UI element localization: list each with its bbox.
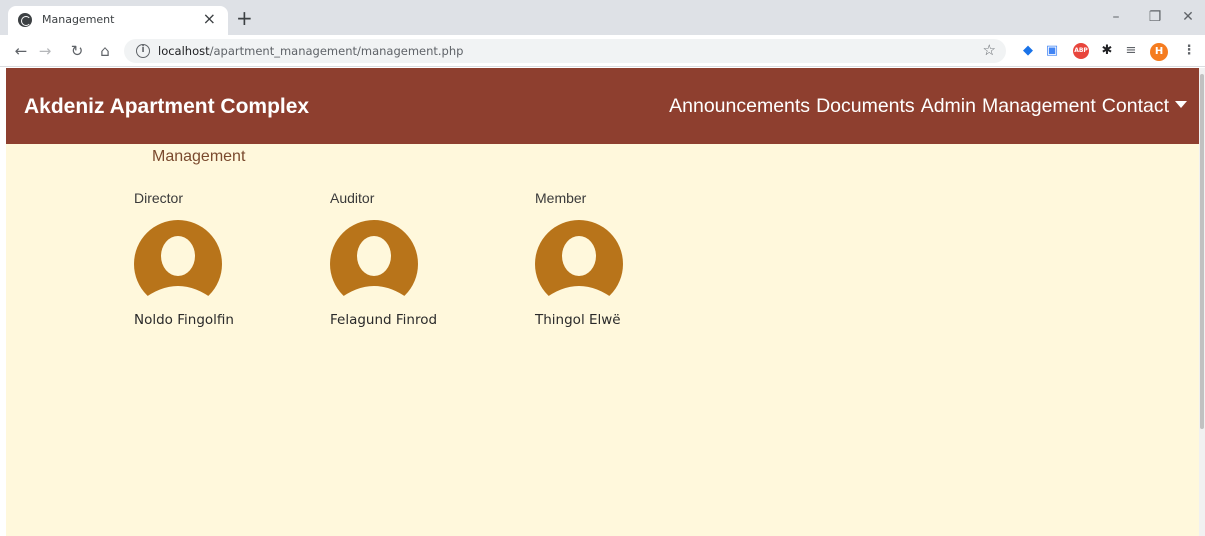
adblock-icon[interactable]: ABP — [1073, 43, 1089, 59]
tab-title: Management — [42, 13, 115, 26]
address-bar[interactable]: i localhost/apartment_management/managem… — [124, 39, 1006, 63]
minimize-window-icon[interactable]: – — [1098, 6, 1134, 28]
home-icon[interactable]: ⌂ — [94, 40, 116, 62]
back-arrow-icon[interactable]: ← — [10, 40, 32, 62]
url-text: localhost/apartment_management/managemen… — [158, 44, 463, 58]
member-name: Noldo Fingolfin — [134, 312, 234, 328]
member-name: Felagund Finrod — [330, 312, 438, 328]
restore-window-icon[interactable]: ❐ — [1137, 6, 1173, 28]
reading-list-icon[interactable]: ≡ — [1122, 42, 1140, 60]
close-tab-icon[interactable]: × — [203, 10, 216, 28]
url-host: localhost — [158, 44, 210, 58]
user-avatar-icon — [134, 220, 222, 300]
nav-menu: Announcements Documents Admin Management… — [669, 95, 1187, 118]
browser-tab[interactable]: Management × — [8, 6, 228, 35]
site-navbar: Akdeniz Apartment Complex Announcements … — [6, 68, 1199, 144]
browser-tabstrip: Management × + – ❐ ✕ — [0, 0, 1205, 35]
page-scrollbar[interactable] — [1199, 68, 1205, 536]
member-role: Auditor — [330, 190, 375, 206]
url-path: /apartment_management/management.php — [209, 44, 464, 58]
nav-item-contact[interactable]: Contact — [1102, 95, 1187, 118]
globe-icon — [18, 13, 32, 27]
info-icon[interactable]: i — [136, 44, 150, 58]
member-card-auditor: Auditor Felagund Finrod — [330, 190, 490, 328]
member-name: Thingol Elwë — [535, 312, 621, 328]
page-viewport: Akdeniz Apartment Complex Announcements … — [6, 68, 1199, 536]
user-avatar-icon — [330, 220, 418, 300]
nav-item-admin[interactable]: Admin — [921, 95, 976, 118]
forward-arrow-icon[interactable]: → — [34, 40, 56, 62]
caret-down-icon — [1175, 101, 1187, 109]
section-title: Management — [152, 148, 246, 165]
nav-item-contact-label: Contact — [1101, 95, 1169, 117]
member-role: Director — [134, 190, 184, 206]
member-role: Member — [535, 190, 587, 206]
extension-translate-icon[interactable]: ◆ — [1019, 42, 1037, 60]
user-avatar-icon — [535, 220, 623, 300]
nav-item-announcements[interactable]: Announcements — [669, 95, 810, 118]
nav-item-management[interactable]: Management — [982, 95, 1096, 118]
browser-toolbar: ← → ↻ ⌂ i localhost/apartment_management… — [0, 35, 1205, 67]
reload-icon[interactable]: ↻ — [66, 40, 88, 62]
bookmark-star-icon[interactable]: ☆ — [983, 41, 996, 59]
member-card-member: Member Thingol Elwë — [535, 190, 695, 328]
profile-avatar-icon[interactable]: H — [1150, 43, 1168, 61]
site-brand[interactable]: Akdeniz Apartment Complex — [24, 95, 309, 119]
new-tab-icon[interactable]: + — [236, 8, 253, 28]
browser-menu-icon[interactable]: ⋮ — [1180, 42, 1198, 60]
member-card-director: Director Noldo Fingolfin — [134, 190, 294, 328]
extensions-puzzle-icon[interactable]: ✱ — [1098, 42, 1116, 60]
close-window-icon[interactable]: ✕ — [1170, 6, 1205, 28]
nav-item-documents[interactable]: Documents — [816, 95, 915, 118]
scrollbar-thumb[interactable] — [1200, 74, 1204, 429]
extension-share-icon[interactable]: ▣ — [1043, 42, 1061, 60]
